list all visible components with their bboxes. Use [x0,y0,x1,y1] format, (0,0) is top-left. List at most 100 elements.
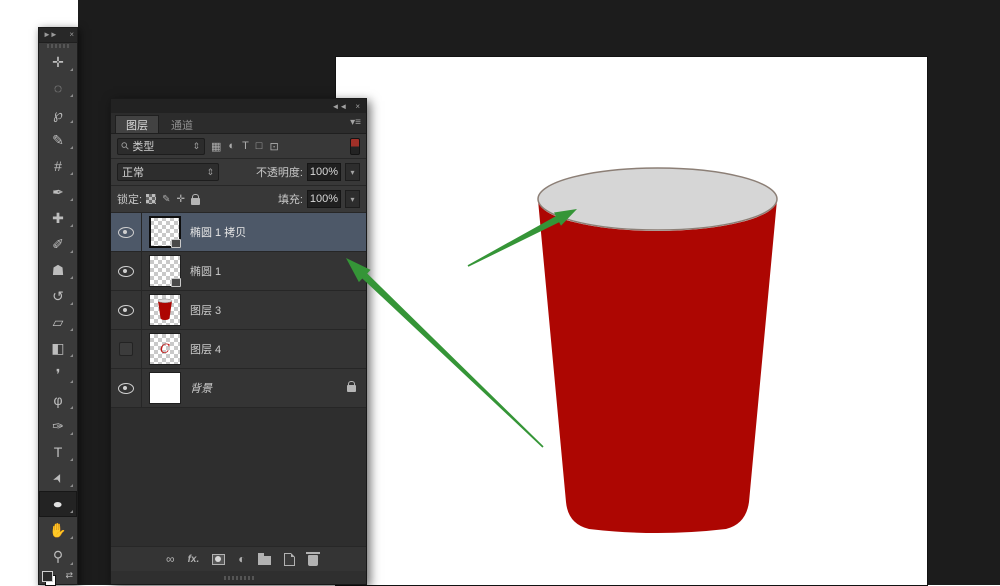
visibility-toggle[interactable] [111,330,142,368]
panel-tabs: 图层通道 ▾≡ [111,113,366,134]
history-brush-icon: ↺ [52,289,64,303]
new-layer-icon[interactable] [284,553,295,566]
swap-colors-icon[interactable]: ⇄ [65,570,73,581]
blend-mode-value: 正常 [122,164,206,180]
fx-icon[interactable]: fx. [188,554,200,565]
fill-dropdown-icon[interactable]: ▾ [345,190,360,208]
type-filter-icon[interactable]: T [242,140,249,152]
eraser-tool[interactable]: ▱ [39,309,77,335]
layer-thumbnail[interactable] [150,373,180,403]
elliptical-marquee-tool[interactable]: ◌ [39,75,77,101]
eraser-icon: ▱ [53,315,64,329]
opacity-label: 不透明度: [256,164,303,180]
visibility-toggle[interactable] [111,291,142,329]
move-icon: ✛ [52,55,64,69]
eyedropper-tool[interactable]: ✒ [39,179,77,205]
visibility-toggle[interactable] [111,213,142,251]
canvas-artboard[interactable] [336,57,927,585]
lock-transparency-icon[interactable] [146,194,156,204]
collapse-panel-icon[interactable]: ◄◄ [331,102,347,111]
elliptical-marquee-icon: ◌ [54,81,62,95]
layer-row[interactable]: C 图层 4 [111,330,366,369]
panel-menu-icon[interactable]: ▾≡ [350,117,361,128]
layer-name[interactable]: 椭圆 1 [190,263,221,279]
zoom-tool[interactable]: ⚲ [39,543,77,569]
collapse-panel-icon[interactable]: ►► [43,30,57,39]
visibility-toggle[interactable] [111,369,142,407]
crop-tool[interactable]: # [39,153,77,179]
visibility-toggle[interactable] [111,252,142,290]
layer-row[interactable]: 椭圆 1 拷贝 [111,213,366,252]
lock-options: ✎ ✛ [146,194,200,205]
pen-tool[interactable]: ✑ [39,413,77,439]
layer-thumbnail[interactable] [150,256,180,286]
gradient-tool[interactable]: ◧ [39,335,77,361]
foreground-background-swatches[interactable]: ⇄ [39,569,77,584]
clone-stamp-tool[interactable]: ☗ [39,257,77,283]
blend-mode-dropdown[interactable]: 正常 ⇕ [117,163,219,181]
vector-mask-badge-icon [171,239,181,248]
blur-tool[interactable]: ❜ [39,361,77,387]
path-selection-tool[interactable]: ➤ [39,465,77,491]
hand-tool[interactable]: ✋ [39,517,77,543]
layer-mask-icon[interactable] [212,554,225,565]
lock-position-icon[interactable]: ✛ [176,194,184,205]
ellipse-tool[interactable]: ● [39,491,77,517]
adjustment-icon[interactable]: ◐ [238,552,245,566]
filter-toggle-switch[interactable] [350,138,360,155]
tab-图层[interactable]: 图层 [115,115,159,133]
layer-name[interactable]: 图层 3 [190,302,221,318]
move-tool[interactable]: ✛ [39,49,77,75]
lock-label: 锁定: [117,191,142,207]
trash-icon[interactable] [308,555,318,566]
smart-object-filter-icon[interactable]: ⊡ [269,140,278,153]
close-panel-icon[interactable]: × [69,30,73,39]
layer-thumbnail[interactable] [150,295,180,325]
quick-selection-tool[interactable]: ✎ [39,127,77,153]
layer-row[interactable]: 图层 3 [111,291,366,330]
tab-通道[interactable]: 通道 [161,116,203,133]
panel-resize-grip[interactable] [111,571,366,584]
mini-cup-icon [150,295,180,325]
spot-healing-brush-tool[interactable]: ✚ [39,205,77,231]
group-icon[interactable] [258,556,271,565]
layer-name[interactable]: 背景 [190,380,212,396]
lock-all-icon[interactable] [191,198,200,205]
path-selection-icon: ➤ [50,471,65,485]
lasso-icon: ℘ [53,107,63,121]
type-icon: T [54,445,63,459]
opacity-value-field[interactable]: 100% [307,163,341,181]
pixel-filter-icon[interactable]: ▦ [211,140,221,153]
filter-type-dropdown[interactable]: ⚲ 类型 ⇕ [117,138,205,155]
spinner-icon: ⇕ [206,167,214,178]
lasso-tool[interactable]: ℘ [39,101,77,127]
layer-thumbnail[interactable]: C [150,334,180,364]
opacity-dropdown-icon[interactable]: ▾ [345,163,360,181]
link-icon[interactable]: ∞ [166,552,175,566]
adjustment-filter-icon[interactable]: ◐ [228,140,235,152]
type-tool[interactable]: T [39,439,77,465]
layer-row[interactable]: 椭圆 1 [111,252,366,291]
layer-row[interactable]: 背景 [111,369,366,408]
shape-filter-icon[interactable]: □ [256,140,263,152]
close-panel-icon[interactable]: × [355,102,360,111]
cup-top-ellipse [538,168,777,230]
gradient-icon: ◧ [51,341,64,355]
dodge-tool[interactable]: φ [39,387,77,413]
layer-name[interactable]: 图层 4 [190,341,221,357]
blend-mode-row: 正常 ⇕ 不透明度: 100% ▾ [111,159,366,186]
lock-pixels-icon[interactable]: ✎ [162,194,170,205]
dodge-icon: φ [53,393,62,407]
brush-tool[interactable]: ✐ [39,231,77,257]
layer-thumbnail[interactable] [150,217,180,247]
blur-icon: ❜ [56,367,61,381]
foreground-color-swatch[interactable] [42,571,53,582]
history-brush-tool[interactable]: ↺ [39,283,77,309]
layer-name[interactable]: 椭圆 1 拷贝 [190,224,246,240]
fill-value-field[interactable]: 100% [307,190,341,208]
brush-icon: ✐ [52,237,64,251]
layer-list: 椭圆 1 拷贝椭圆 1 图层 3 C 图层 4 背景 [111,213,366,546]
filter-kind-icons: ▦ ◐ T □ ⊡ [211,140,279,153]
layers-panel-bottom-bar: ∞ fx. ◐ [111,546,366,571]
eye-hidden-icon [119,342,133,356]
